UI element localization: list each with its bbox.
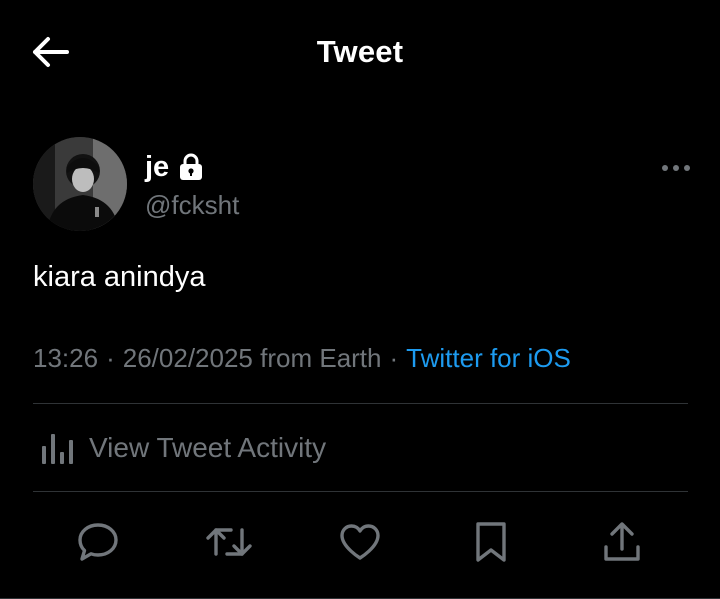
analytics-bars-icon bbox=[37, 428, 77, 468]
reply-button[interactable] bbox=[72, 516, 124, 568]
share-upload-icon bbox=[604, 522, 640, 561]
tweet-action-bar bbox=[0, 508, 720, 578]
avatar-image bbox=[33, 137, 127, 231]
more-dots-icon bbox=[662, 165, 690, 171]
activity-label: View Tweet Activity bbox=[89, 432, 327, 463]
top-bar: Tweet bbox=[0, 0, 720, 108]
divider bbox=[33, 491, 688, 492]
like-button[interactable] bbox=[334, 516, 386, 568]
tweet-source-link[interactable]: Twitter for iOS bbox=[406, 343, 571, 373]
tweet-meta: 13:26 · 26/02/2025 from Earth · Twitter for … bbox=[33, 343, 571, 374]
display-name[interactable]: je bbox=[145, 151, 169, 184]
lock-icon bbox=[179, 153, 203, 181]
divider bbox=[33, 403, 688, 404]
tweet-date: 26/02/2025 bbox=[122, 343, 253, 373]
bookmark-icon bbox=[476, 522, 506, 562]
tweet-location: from Earth bbox=[260, 343, 382, 373]
author-name-row: je bbox=[145, 148, 203, 186]
heart-icon bbox=[340, 524, 380, 560]
reply-bubble-icon bbox=[78, 523, 118, 561]
tweet-time: 13:26 bbox=[33, 343, 99, 373]
more-options-button[interactable] bbox=[656, 155, 696, 181]
share-button[interactable] bbox=[596, 516, 648, 568]
tweet-text: kiara anindya bbox=[33, 261, 206, 293]
bookmark-button[interactable] bbox=[465, 516, 517, 568]
meta-separator: · bbox=[106, 343, 115, 373]
retweet-button[interactable] bbox=[203, 516, 255, 568]
page-title: Tweet bbox=[316, 34, 404, 69]
meta-separator: · bbox=[389, 343, 399, 373]
retweet-icon bbox=[206, 528, 252, 556]
avatar[interactable] bbox=[33, 137, 127, 231]
view-tweet-activity-button[interactable]: View Tweet Activity bbox=[33, 405, 688, 491]
author-handle[interactable]: @fcksht bbox=[145, 190, 239, 221]
